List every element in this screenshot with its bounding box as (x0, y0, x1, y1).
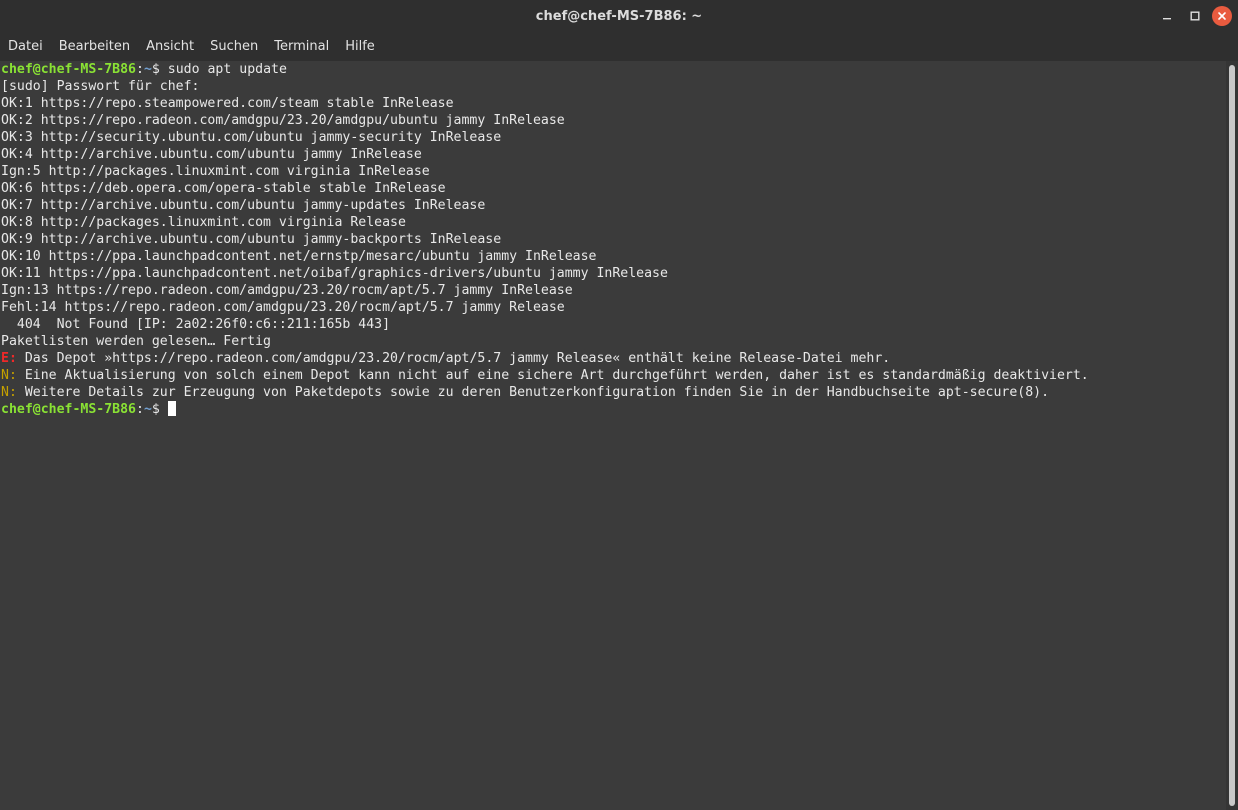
prompt-separator: : (135, 62, 144, 77)
output-line: OK:2 https://repo.radeon.com/amdgpu/23.2… (1, 113, 565, 128)
output-line: OK:3 http://security.ubuntu.com/ubuntu j… (1, 130, 502, 145)
message-text: Weitere Details zur Erzeugung von Paketd… (16, 385, 1050, 400)
notice-line: N: Weitere Details zur Erzeugung von Pak… (1, 384, 1226, 401)
notice-line: N: Eine Aktualisierung von solch einem D… (1, 367, 1226, 384)
prompt-path: ~ (143, 402, 152, 417)
window-controls (1156, 5, 1232, 27)
menu-terminal[interactable]: Terminal (266, 33, 337, 61)
notice-tag: N: (1, 385, 17, 400)
prompt-separator: : (135, 402, 144, 417)
command-text: sudo apt update (167, 62, 287, 77)
text-cursor (167, 401, 176, 416)
output-line: OK:11 https://ppa.launchpadcontent.net/o… (1, 266, 668, 281)
error-tag: E: (1, 351, 17, 366)
output-line: OK:7 http://archive.ubuntu.com/ubuntu ja… (1, 198, 486, 213)
output-line: Fehl:14 https://repo.radeon.com/amdgpu/2… (1, 300, 565, 315)
output-line: OK:10 https://ppa.launchpadcontent.net/e… (1, 249, 597, 264)
minimize-icon (1163, 18, 1171, 20)
output-line: [sudo] Passwort für chef: (1, 79, 200, 94)
menu-bearbeiten[interactable]: Bearbeiten (51, 33, 138, 61)
menu-hilfe[interactable]: Hilfe (337, 33, 383, 61)
close-icon (1218, 12, 1226, 20)
menu-datei[interactable]: Datei (0, 33, 51, 61)
menu-ansicht[interactable]: Ansicht (138, 33, 202, 61)
close-button[interactable] (1212, 6, 1232, 26)
prompt-user: chef@chef-MS-7B86 (1, 62, 136, 77)
output-line: Paketlisten werden gelesen… Fertig (1, 334, 271, 349)
output-line: OK:4 http://archive.ubuntu.com/ubuntu ja… (1, 147, 422, 162)
command-line: chef@chef-MS-7B86:~$ sudo apt update (1, 61, 1226, 78)
prompt-line: chef@chef-MS-7B86:~$ (1, 401, 1226, 418)
minimize-button[interactable] (1156, 5, 1178, 27)
prompt-symbol: $ (151, 62, 160, 77)
menu-suchen[interactable]: Suchen (202, 33, 266, 61)
prompt-symbol: $ (151, 402, 160, 417)
prompt-user: chef@chef-MS-7B86 (1, 402, 136, 417)
output-line: 404 Not Found [IP: 2a02:26f0:c6::211:165… (1, 317, 391, 332)
terminal-output[interactable]: chef@chef-MS-7B86:~$ sudo apt update [su… (0, 61, 1226, 810)
output-line: Ign:5 http://packages.linuxmint.com virg… (1, 164, 430, 179)
vertical-scrollbar[interactable] (1226, 61, 1238, 810)
output-line: OK:8 http://packages.linuxmint.com virgi… (1, 215, 406, 230)
maximize-icon (1190, 11, 1200, 21)
terminal-window: chef@chef-MS-7B86: ~ Datei Bearbeiten An… (0, 0, 1238, 810)
maximize-button[interactable] (1184, 5, 1206, 27)
prompt-path: ~ (143, 62, 152, 77)
output-line: OK:1 https://repo.steampowered.com/steam… (1, 96, 454, 111)
error-line: E: Das Depot »https://repo.radeon.com/am… (1, 350, 1226, 367)
message-text: Eine Aktualisierung von solch einem Depo… (16, 368, 1089, 383)
output-line: Ign:13 https://repo.radeon.com/amdgpu/23… (1, 283, 573, 298)
notice-tag: N: (1, 368, 17, 383)
menu-bar: Datei Bearbeiten Ansicht Suchen Terminal… (0, 33, 1238, 61)
scrollbar-thumb[interactable] (1229, 65, 1235, 806)
title-bar[interactable]: chef@chef-MS-7B86: ~ (0, 0, 1238, 33)
output-line: OK:9 http://archive.ubuntu.com/ubuntu ja… (1, 232, 502, 247)
message-text: Das Depot »https://repo.radeon.com/amdgp… (16, 351, 891, 366)
window-title: chef@chef-MS-7B86: ~ (535, 9, 703, 24)
output-line: OK:6 https://deb.opera.com/opera-stable … (1, 181, 446, 196)
